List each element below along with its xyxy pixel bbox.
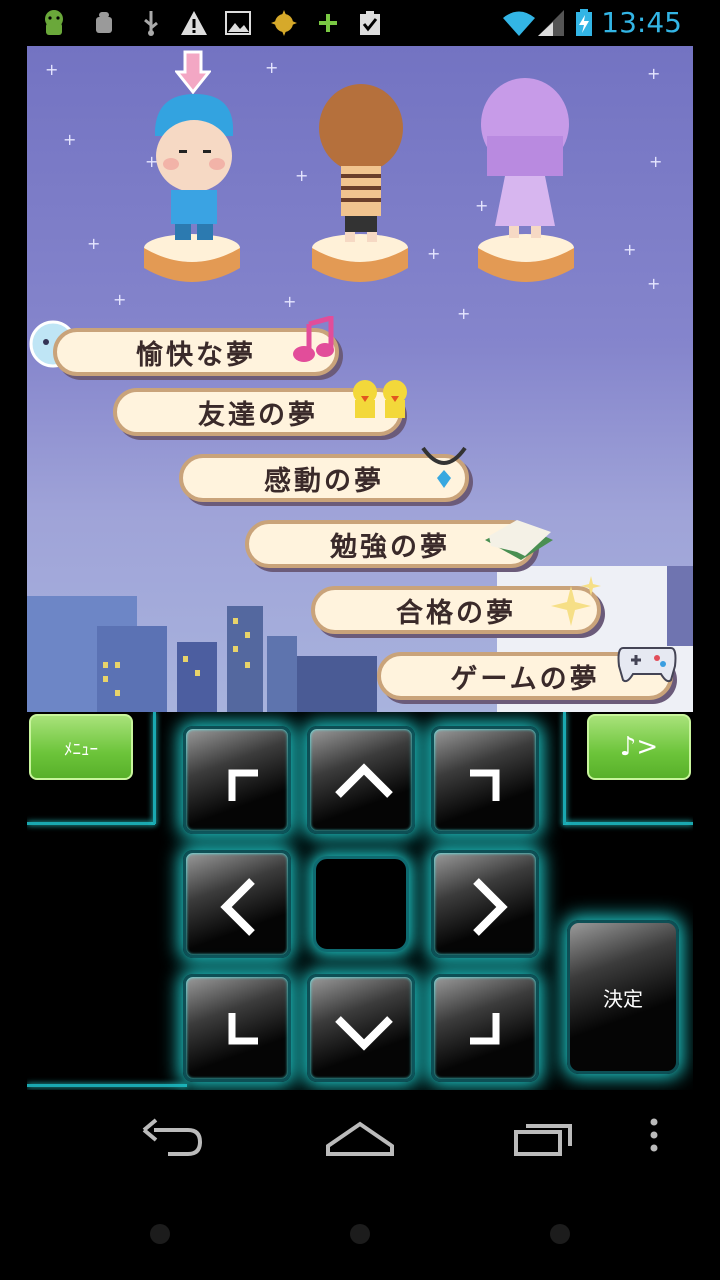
down-right-arrow-icon xyxy=(470,1013,500,1045)
star-icon: + xyxy=(265,58,279,77)
battery-charging-icon xyxy=(576,9,592,36)
selection-arrow-icon xyxy=(175,50,211,94)
virtual-controller: ﾒﾆｭｰ ♪> 決定 xyxy=(27,712,693,1090)
wifi-icon xyxy=(503,11,535,36)
up-right-arrow-icon xyxy=(470,769,500,801)
overflow-menu-icon[interactable] xyxy=(634,1110,674,1160)
open-book-icon xyxy=(485,520,553,560)
sensor-dot xyxy=(350,1224,370,1244)
clipboard-check-icon xyxy=(360,11,380,35)
dream-label: 合格の夢 xyxy=(396,597,516,629)
sparkle-icon xyxy=(551,576,601,626)
sensor-dot xyxy=(150,1224,170,1244)
music-note-icon xyxy=(293,316,334,362)
sound-button[interactable]: ♪> xyxy=(587,714,691,780)
plus-icon xyxy=(319,14,337,32)
game-screen[interactable]: + + + + + + + + + + + + + + + 愉快な夢 友達の夢 … xyxy=(27,46,693,712)
game-controller-icon xyxy=(617,647,677,683)
down-left-arrow-icon xyxy=(228,1013,258,1045)
left-button[interactable] xyxy=(183,850,291,958)
chevron-down-icon xyxy=(335,1016,393,1051)
glow-line xyxy=(27,822,155,825)
recent-apps-button[interactable] xyxy=(506,1110,586,1160)
status-bar: 13:45 xyxy=(0,0,720,46)
down-left-button[interactable] xyxy=(183,974,291,1082)
up-left-button[interactable] xyxy=(183,726,291,834)
home-button[interactable] xyxy=(320,1110,400,1160)
star-icon: + xyxy=(427,244,441,263)
dream-label: ゲームの夢 xyxy=(450,663,600,695)
sun-badge-icon xyxy=(271,10,297,36)
up-button[interactable] xyxy=(307,726,415,834)
back-button[interactable] xyxy=(134,1110,214,1160)
center-button[interactable] xyxy=(313,856,409,952)
glow-line xyxy=(153,712,156,824)
star-icon: + xyxy=(63,130,77,149)
dream-label: 愉快な夢 xyxy=(136,339,256,371)
star-icon: + xyxy=(45,60,59,79)
star-icon: + xyxy=(113,290,127,309)
chevron-up-icon xyxy=(335,763,393,798)
star-icon: + xyxy=(647,274,661,293)
star-icon: + xyxy=(623,240,637,259)
dream-label: 感動の夢 xyxy=(264,465,384,497)
chicks-icon xyxy=(353,380,407,418)
down-right-button[interactable] xyxy=(431,974,539,1082)
star-icon: + xyxy=(457,304,471,323)
boy-character[interactable] xyxy=(149,90,239,246)
usb-icon xyxy=(144,11,158,36)
ok-button[interactable]: 決定 xyxy=(567,920,679,1074)
glow-line xyxy=(563,712,566,824)
signal-icon xyxy=(538,10,564,36)
android-icon xyxy=(45,10,63,35)
down-button[interactable] xyxy=(307,974,415,1082)
menu-button[interactable]: ﾒﾆｭｰ xyxy=(29,714,133,780)
navigation-bar xyxy=(0,1090,720,1190)
necklace-icon xyxy=(421,446,467,488)
star-icon: + xyxy=(295,166,309,185)
up-right-button[interactable] xyxy=(431,726,539,834)
right-button[interactable] xyxy=(431,850,539,958)
star-icon: + xyxy=(649,152,663,171)
clock-text: 13:45 xyxy=(601,6,682,39)
girl-purple-hair-character[interactable] xyxy=(479,76,571,246)
dream-label: 友達の夢 xyxy=(198,399,318,431)
chevron-right-icon xyxy=(473,878,508,936)
star-icon: + xyxy=(87,234,101,253)
up-left-arrow-icon xyxy=(228,769,258,801)
girl-brown-hair-character[interactable] xyxy=(317,82,405,246)
sensor-dot xyxy=(550,1224,570,1244)
star-icon: + xyxy=(283,292,297,311)
glow-line xyxy=(563,822,693,825)
warning-icon xyxy=(181,11,207,35)
dream-label: 勉強の夢 xyxy=(330,531,450,563)
android-debug-icon xyxy=(96,12,112,33)
picture-icon xyxy=(225,11,251,35)
star-icon: + xyxy=(647,64,661,83)
glow-line xyxy=(27,1084,187,1087)
chevron-left-icon xyxy=(220,878,255,936)
